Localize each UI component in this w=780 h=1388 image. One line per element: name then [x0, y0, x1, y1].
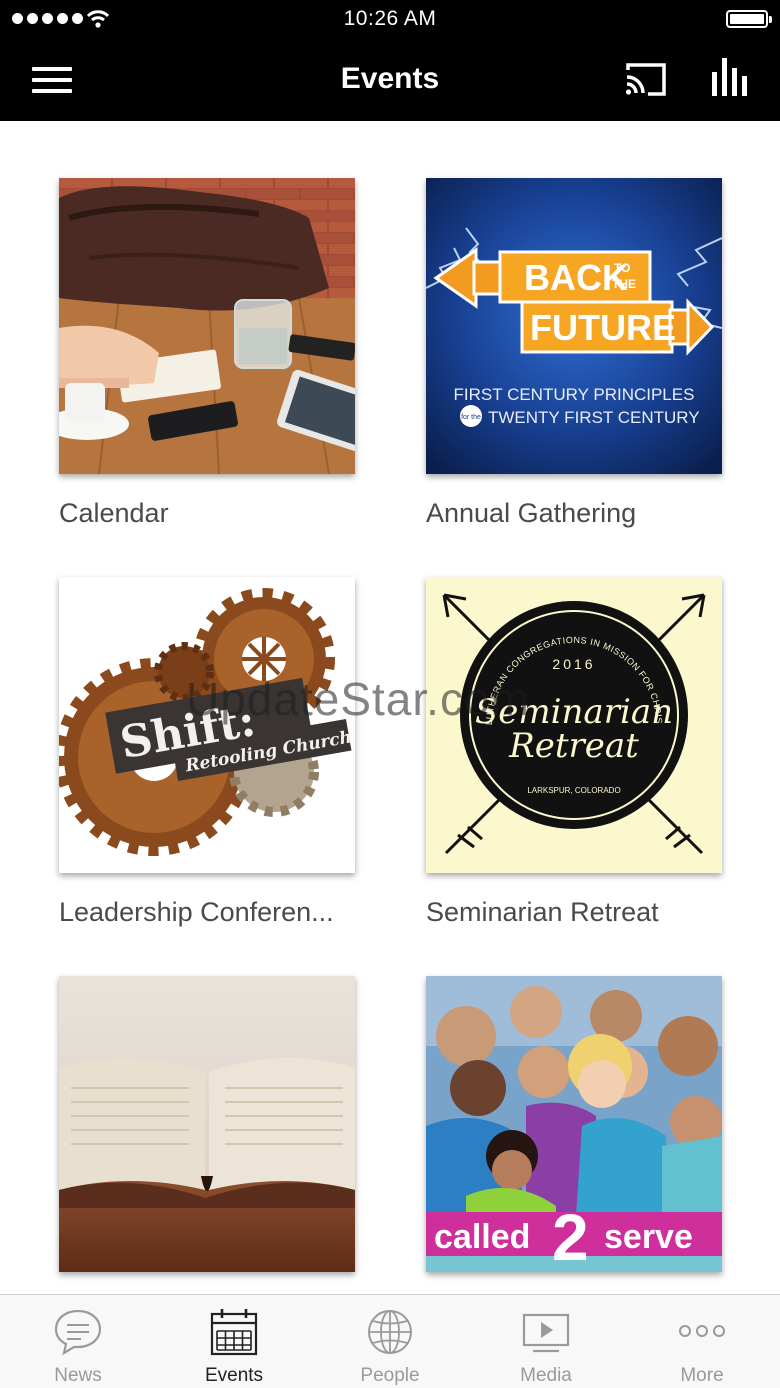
globe-icon: [368, 1310, 412, 1354]
stats-icon[interactable]: [710, 58, 748, 98]
annual-gathering-poster: BACK TO THE FUTURE FIRST CENTURY PRINCIP…: [426, 178, 722, 474]
poster-the: THE: [612, 277, 636, 291]
event-caption: Leadership Conferen...: [59, 897, 334, 927]
tab-label: More: [680, 1365, 724, 1386]
tab-more[interactable]: More: [624, 1295, 780, 1388]
tab-label: Media: [520, 1365, 572, 1386]
poster-word-1: called: [434, 1218, 530, 1256]
event-thumbnail[interactable]: BACK TO THE FUTURE FIRST CENTURY PRINCIP…: [426, 178, 722, 474]
status-bar: 10:26 AM: [0, 0, 780, 40]
chat-bubble-icon: [54, 1309, 102, 1356]
poster-future: FUTURE: [530, 307, 676, 348]
poster-year: 2016: [552, 656, 595, 672]
poster-word-2: serve: [604, 1218, 693, 1256]
event-thumbnail[interactable]: [59, 178, 355, 474]
tab-label: Events: [204, 1365, 264, 1386]
poster-number: 2: [552, 1200, 589, 1272]
event-caption: Calendar: [59, 498, 169, 528]
tab-label: News: [54, 1365, 102, 1386]
poster-subtitle-1: FIRST CENTURY PRINCIPLES: [454, 385, 695, 404]
event-caption: Seminarian Retreat: [426, 897, 659, 927]
tab-news[interactable]: News: [0, 1295, 156, 1388]
event-thumbnail[interactable]: called 2 serve: [426, 976, 722, 1272]
navigation-bar: Events: [0, 40, 780, 121]
poster-to: TO: [614, 261, 630, 275]
cast-icon[interactable]: [624, 60, 668, 98]
calendar-photo: [59, 178, 355, 474]
poster-subtitle-2: TWENTY FIRST CENTURY: [488, 408, 700, 427]
calendar-icon: [210, 1309, 258, 1356]
open-book-photo: [59, 976, 355, 1272]
tab-media[interactable]: Media: [468, 1295, 624, 1388]
watermark: UpdateStar.com: [186, 673, 530, 725]
called-2-serve-poster: called 2 serve: [426, 976, 722, 1272]
status-time: 10:26 AM: [343, 7, 437, 30]
poster-place: LARKSPUR, COLORADO: [527, 786, 620, 795]
event-thumbnail[interactable]: [59, 976, 355, 1272]
more-dots-icon: [679, 1325, 725, 1337]
poster-badge: for the: [461, 414, 481, 421]
poster-line-2: Retreat: [508, 726, 639, 766]
tab-events[interactable]: Events: [156, 1295, 312, 1388]
tab-label: People: [360, 1365, 420, 1386]
event-caption: Annual Gathering: [426, 498, 637, 528]
play-video-icon: [522, 1313, 570, 1353]
battery-icon: [726, 10, 772, 28]
tab-bar: News Events People Media More: [0, 1294, 780, 1388]
tab-people[interactable]: People: [312, 1295, 468, 1388]
